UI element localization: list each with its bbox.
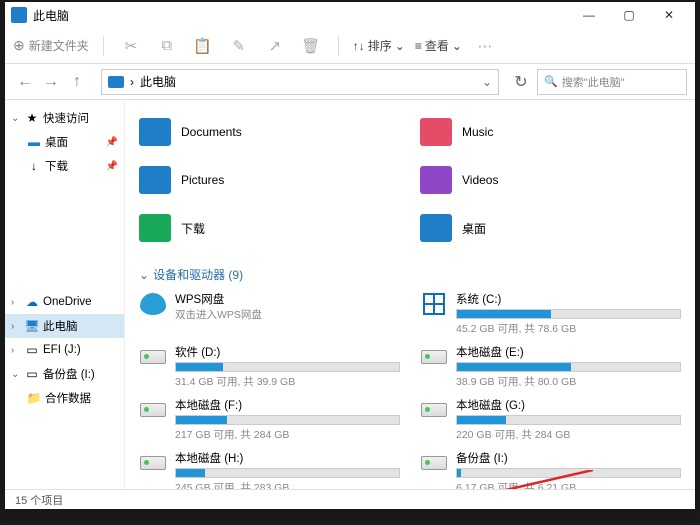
drive-item[interactable]: 系统 (C:)45.2 GB 可用, 共 78.6 GB xyxy=(420,291,681,336)
drive-item[interactable]: 软件 (D:)31.4 GB 可用, 共 39.9 GB xyxy=(139,344,400,389)
maximize-button[interactable]: ▢ xyxy=(609,2,649,28)
titlebar: 此电脑 — ▢ ✕ xyxy=(5,2,695,28)
drive-icon xyxy=(420,399,448,421)
drive-item[interactable]: WPS网盘双击进入WPS网盘 xyxy=(139,291,400,336)
up-button[interactable]: ↑ xyxy=(65,70,89,94)
folder-icon xyxy=(139,166,171,194)
drive-item[interactable]: 本地磁盘 (H:)245 GB 可用, 共 283 GB xyxy=(139,450,400,489)
rename-icon[interactable]: ✎ xyxy=(226,33,252,59)
pc-icon xyxy=(108,76,124,88)
search-placeholder: 搜索"此电脑" xyxy=(562,74,625,90)
sidebar-desktop[interactable]: ▬ 桌面 📌 xyxy=(5,130,124,154)
view-icon: ≡ xyxy=(415,39,422,53)
drive-icon xyxy=(420,452,448,474)
folder-pictures[interactable]: Pictures xyxy=(139,158,400,202)
view-button[interactable]: ≡ 查看 ⌄ xyxy=(415,37,462,54)
folder-label: 下载 xyxy=(181,220,205,237)
forward-button[interactable]: → xyxy=(39,70,63,94)
chevron-down-icon: ⌄ xyxy=(452,39,462,53)
more-button[interactable]: ⋯ xyxy=(472,33,498,59)
view-label: 查看 xyxy=(425,37,449,54)
search-input[interactable]: 🔍 搜索"此电脑" xyxy=(537,69,687,95)
refresh-button[interactable]: ↻ xyxy=(509,70,533,94)
address-bar[interactable]: › 此电脑 ⌄ xyxy=(101,69,499,95)
folder-下载[interactable]: 下载 xyxy=(139,206,400,250)
folder-label: Music xyxy=(462,125,493,139)
drive-item[interactable]: 备份盘 (I:)6.17 GB 可用, 共 6.21 GB xyxy=(420,450,681,489)
pin-icon: 📌 xyxy=(106,161,118,172)
sidebar-coop[interactable]: 📁 合作数据 xyxy=(5,386,124,410)
address-dropdown[interactable]: ⌄ xyxy=(482,75,492,89)
folder-icon xyxy=(139,118,171,146)
sort-icon: ↑↓ xyxy=(353,39,365,53)
file-explorer-window: 此电脑 — ▢ ✕ ⊕ 新建文件夹 ✂ ⧉ 📋 ✎ ↗ 🗑 ↑↓ 排序 ⌄ ≡ … xyxy=(5,2,695,509)
copy-icon[interactable]: ⧉ xyxy=(154,33,180,59)
navbar: ← → ↑ › 此电脑 ⌄ ↻ 🔍 搜索"此电脑" xyxy=(5,64,695,100)
drive-icon xyxy=(139,399,167,421)
sidebar-quick-access[interactable]: ⌄★ 快速访问 xyxy=(5,106,124,130)
drive-icon xyxy=(139,346,167,368)
paste-icon[interactable]: 📋 xyxy=(190,33,216,59)
folder-icon xyxy=(420,166,452,194)
sort-label: 排序 xyxy=(368,37,392,54)
new-folder-button[interactable]: ⊕ 新建文件夹 xyxy=(13,37,89,54)
sidebar-efi[interactable]: ›▭ EFI (J:) xyxy=(5,338,124,362)
sort-button[interactable]: ↑↓ 排序 ⌄ xyxy=(353,37,405,54)
drive-icon xyxy=(420,346,448,368)
status-text: 15 个项目 xyxy=(15,492,63,508)
chevron-down-icon: ⌄ xyxy=(139,268,149,282)
folder-label: Pictures xyxy=(181,173,224,187)
folder-label: 桌面 xyxy=(462,220,486,237)
app-icon xyxy=(11,7,27,23)
drive-icon xyxy=(420,293,448,315)
search-icon: 🔍 xyxy=(544,75,558,88)
toolbar: ⊕ 新建文件夹 ✂ ⧉ 📋 ✎ ↗ 🗑 ↑↓ 排序 ⌄ ≡ 查看 ⌄ ⋯ xyxy=(5,28,695,64)
statusbar: 15 个项目 xyxy=(5,489,695,509)
folder-videos[interactable]: Videos xyxy=(420,158,681,202)
folder-label: Documents xyxy=(181,125,242,139)
delete-icon[interactable]: 🗑 xyxy=(298,33,324,59)
sidebar-downloads[interactable]: ↓ 下载 📌 xyxy=(5,154,124,178)
folder-icon xyxy=(420,214,452,242)
plus-icon: ⊕ xyxy=(13,37,25,54)
new-folder-label: 新建文件夹 xyxy=(29,37,89,54)
share-icon[interactable]: ↗ xyxy=(262,33,288,59)
sidebar: ⌄★ 快速访问 ▬ 桌面 📌 ↓ 下载 📌 ›☁ OneDrive ›🖥 此电脑 xyxy=(5,100,125,489)
drive-item[interactable]: 本地磁盘 (E:)38.9 GB 可用, 共 80.0 GB xyxy=(420,344,681,389)
back-button[interactable]: ← xyxy=(13,70,37,94)
folder-桌面[interactable]: 桌面 xyxy=(420,206,681,250)
drive-item[interactable]: 本地磁盘 (F:)217 GB 可用, 共 284 GB xyxy=(139,397,400,442)
drive-icon xyxy=(139,293,167,315)
close-button[interactable]: ✕ xyxy=(649,2,689,28)
cut-icon[interactable]: ✂ xyxy=(118,33,144,59)
section-devices[interactable]: ⌄ 设备和驱动器 (9) xyxy=(139,266,681,283)
chevron-down-icon: ⌄ xyxy=(395,39,405,53)
sidebar-thispc[interactable]: ›🖥 此电脑 xyxy=(5,314,124,338)
pin-icon: 📌 xyxy=(106,137,118,148)
sidebar-onedrive[interactable]: ›☁ OneDrive xyxy=(5,290,124,314)
drive-item[interactable]: 本地磁盘 (G:)220 GB 可用, 共 284 GB xyxy=(420,397,681,442)
folder-documents[interactable]: Documents xyxy=(139,110,400,154)
main-pane: Documents Music Pictures Videos 下载 桌面 ⌄ 设备和驱动… xyxy=(125,100,695,489)
folder-icon xyxy=(420,118,452,146)
minimize-button[interactable]: — xyxy=(569,2,609,28)
window-title: 此电脑 xyxy=(33,7,69,24)
folder-icon xyxy=(139,214,171,242)
folder-music[interactable]: Music xyxy=(420,110,681,154)
sidebar-backup[interactable]: ⌄▭ 备份盘 (I:) xyxy=(5,362,124,386)
address-location: 此电脑 xyxy=(140,73,176,90)
drive-icon xyxy=(139,452,167,474)
folder-label: Videos xyxy=(462,173,498,187)
